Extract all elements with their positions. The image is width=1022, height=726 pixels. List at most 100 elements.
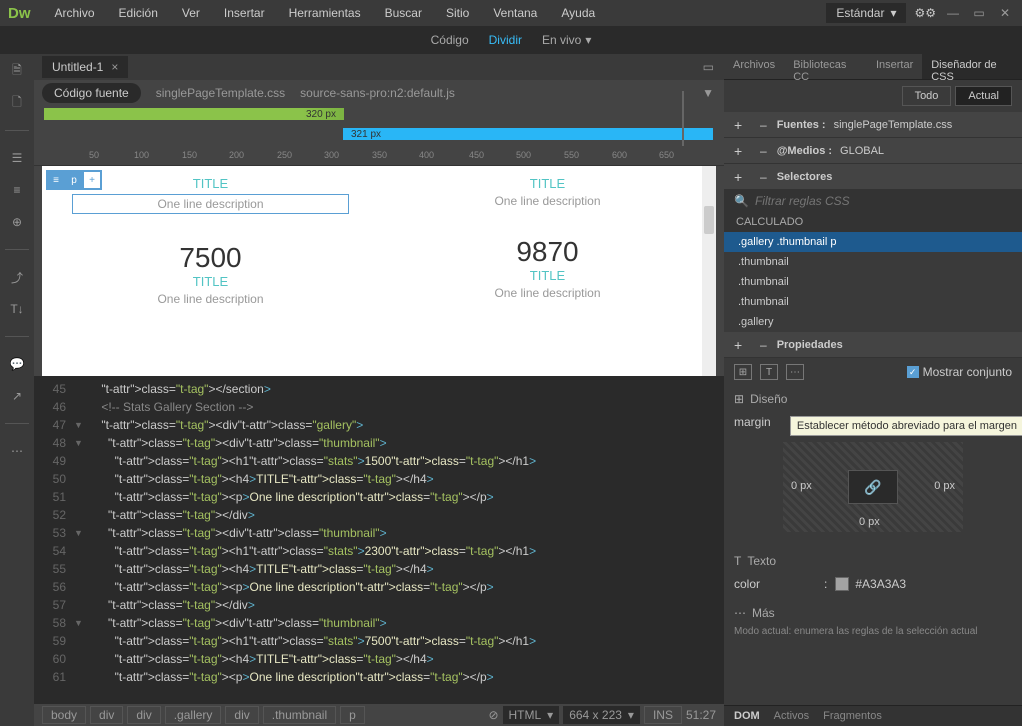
- hamburger-icon[interactable]: ≡: [48, 172, 64, 188]
- close-button[interactable]: ✕: [996, 6, 1014, 20]
- css-file-link[interactable]: singlePageTemplate.css: [156, 86, 285, 100]
- code-line[interactable]: 55 "t-attr">class="t-tag"><h4>TITLE"t-at…: [34, 560, 724, 578]
- tab-close-icon[interactable]: ×: [111, 60, 118, 74]
- selector-item[interactable]: .gallery: [724, 312, 1022, 332]
- code-line[interactable]: 47▼ "t-attr">class="t-tag"><div "t-attr"…: [34, 416, 724, 434]
- tab-archivos[interactable]: Archivos: [724, 54, 784, 79]
- toggle-current[interactable]: Actual: [955, 86, 1012, 106]
- tab-fragmentos[interactable]: Fragmentos: [823, 710, 882, 722]
- menu-herramientas[interactable]: Herramientas: [279, 2, 371, 24]
- more-icon[interactable]: ⋯: [8, 442, 26, 460]
- color-value[interactable]: #A3A3A3: [855, 577, 906, 591]
- document-tab[interactable]: Untitled-1 ×: [42, 56, 128, 78]
- list-icon[interactable]: ≡: [8, 181, 26, 199]
- show-set-toggle[interactable]: ✓ Mostrar conjunto: [907, 365, 1012, 379]
- language-select[interactable]: HTML▾: [503, 706, 560, 724]
- viewport-marker[interactable]: [682, 91, 684, 151]
- more-prop-icon[interactable]: ⋯: [786, 364, 804, 380]
- up-icon[interactable]: ↗: [8, 387, 26, 405]
- checkbox-icon[interactable]: ✓: [907, 366, 919, 378]
- media-section[interactable]: + – @Medios : GLOBAL: [724, 138, 1022, 164]
- tab-activos[interactable]: Activos: [774, 710, 809, 722]
- source-code-chip[interactable]: Código fuente: [42, 83, 141, 103]
- tab-insertar[interactable]: Insertar: [867, 54, 922, 79]
- menu-ventana[interactable]: Ventana: [483, 2, 547, 24]
- manage-icon[interactable]: ☰: [8, 149, 26, 167]
- filter-input[interactable]: [755, 194, 1012, 208]
- code-line[interactable]: 59 "t-attr">class="t-tag"><h1 "t-attr">c…: [34, 632, 724, 650]
- crumb-div2[interactable]: div: [127, 706, 160, 724]
- code-line[interactable]: 46 <!-- Stats Gallery Section -->: [34, 398, 724, 416]
- code-line[interactable]: 48▼ "t-attr">class="t-tag"><div "t-attr"…: [34, 434, 724, 452]
- code-line[interactable]: 54 "t-attr">class="t-tag"><h1 "t-attr">c…: [34, 542, 724, 560]
- toggle-all[interactable]: Todo: [902, 86, 952, 106]
- sync-icon[interactable]: ⚙⚙: [914, 6, 936, 20]
- menu-insertar[interactable]: Insertar: [214, 2, 275, 24]
- view-code[interactable]: Código: [431, 33, 469, 47]
- tab-dom[interactable]: DOM: [734, 710, 760, 722]
- crumb-thumbnail[interactable]: .thumbnail: [263, 706, 336, 724]
- menu-ver[interactable]: Ver: [172, 2, 210, 24]
- crumb-div3[interactable]: div: [225, 706, 258, 724]
- code-editor[interactable]: 45 "t-attr">class="t-tag"></section>46 <…: [34, 376, 724, 704]
- layout-prop-icon[interactable]: ⊞: [734, 364, 752, 380]
- menu-sitio[interactable]: Sitio: [436, 2, 479, 24]
- properties-section[interactable]: + – Propiedades: [724, 332, 1022, 358]
- insert-mode[interactable]: INS: [644, 706, 682, 724]
- comment-icon[interactable]: 💬: [8, 355, 26, 373]
- viewport-size-select[interactable]: 664 x 223▾: [563, 706, 640, 724]
- filter-icon[interactable]: ▼: [702, 86, 714, 100]
- mq-mobile[interactable]: 320 px: [44, 108, 344, 120]
- selectors-section[interactable]: + – Selectores: [724, 164, 1022, 190]
- code-line[interactable]: 61 "t-attr">class="t-tag"><p>One line de…: [34, 668, 724, 686]
- minus-icon[interactable]: –: [760, 118, 767, 132]
- target-icon[interactable]: ⊕: [8, 213, 26, 231]
- tab-css-designer[interactable]: Diseñador de CSS: [922, 54, 1022, 79]
- filter-selectors[interactable]: 🔍: [724, 190, 1022, 212]
- code-line[interactable]: 57 "t-attr">class="t-tag"></div>: [34, 596, 724, 614]
- add-selector-icon[interactable]: +: [734, 169, 750, 185]
- code-line[interactable]: 51 "t-attr">class="t-tag"><p>One line de…: [34, 488, 724, 506]
- panel-toggle-icon[interactable]: ▭: [703, 60, 724, 74]
- view-live[interactable]: En vivo▾: [542, 33, 591, 47]
- code-line[interactable]: 53▼ "t-attr">class="t-tag"><div "t-attr"…: [34, 524, 724, 542]
- mq-tablet[interactable]: 321 px: [343, 128, 713, 140]
- code-line[interactable]: 49 "t-attr">class="t-tag"><h1 "t-attr">c…: [34, 452, 724, 470]
- error-icon[interactable]: ⊘: [488, 708, 498, 722]
- crumb-body[interactable]: body: [42, 706, 86, 724]
- element-toolbar[interactable]: ≡ p +: [46, 170, 102, 190]
- minus-icon[interactable]: –: [760, 144, 767, 158]
- menu-archivo[interactable]: Archivo: [45, 2, 105, 24]
- sources-section[interactable]: + – Fuentes : singlePageTemplate.css: [724, 112, 1022, 138]
- code-line[interactable]: 50 "t-attr">class="t-tag"><h4>TITLE"t-at…: [34, 470, 724, 488]
- desc-1-selected[interactable]: One line description: [73, 197, 348, 211]
- color-swatch[interactable]: [835, 577, 849, 591]
- selector-item[interactable]: .thumbnail: [724, 292, 1022, 312]
- add-property-icon[interactable]: +: [734, 337, 750, 353]
- text-icon[interactable]: T↓: [8, 300, 26, 318]
- add-source-icon[interactable]: +: [734, 117, 750, 133]
- file-open-icon[interactable]: 🗋: [8, 94, 26, 112]
- menu-ayuda[interactable]: Ayuda: [551, 2, 605, 24]
- crumb-p[interactable]: p: [340, 706, 365, 724]
- text-prop-icon[interactable]: T: [760, 364, 778, 380]
- wand-icon[interactable]: ⤴: [8, 268, 26, 286]
- selector-item[interactable]: .gallery .thumbnail p: [724, 232, 1022, 252]
- crumb-gallery[interactable]: .gallery: [165, 706, 222, 724]
- code-line[interactable]: 58▼ "t-attr">class="t-tag"><div "t-attr"…: [34, 614, 724, 632]
- code-line[interactable]: 56 "t-attr">class="t-tag"><p>One line de…: [34, 578, 724, 596]
- preview-scrollbar[interactable]: [702, 166, 716, 376]
- maximize-button[interactable]: ▭: [970, 6, 988, 20]
- workspace-dropdown[interactable]: Estándar▾: [826, 3, 906, 23]
- margin-box-model[interactable]: 0 px 0 px 0 px 🔗: [783, 442, 963, 532]
- add-media-icon[interactable]: +: [734, 143, 750, 159]
- code-line[interactable]: 60 "t-attr">class="t-tag"><h4>TITLE"t-at…: [34, 650, 724, 668]
- file-icon[interactable]: 🗎: [8, 62, 26, 80]
- minimize-button[interactable]: —: [944, 6, 962, 20]
- menu-edicion[interactable]: Edición: [109, 2, 168, 24]
- add-icon[interactable]: +: [84, 172, 100, 188]
- js-file-link[interactable]: source-sans-pro:n2:default.js: [300, 86, 455, 100]
- code-line[interactable]: 45 "t-attr">class="t-tag"></section>: [34, 380, 724, 398]
- code-line[interactable]: 52 "t-attr">class="t-tag"></div>: [34, 506, 724, 524]
- menu-buscar[interactable]: Buscar: [375, 2, 432, 24]
